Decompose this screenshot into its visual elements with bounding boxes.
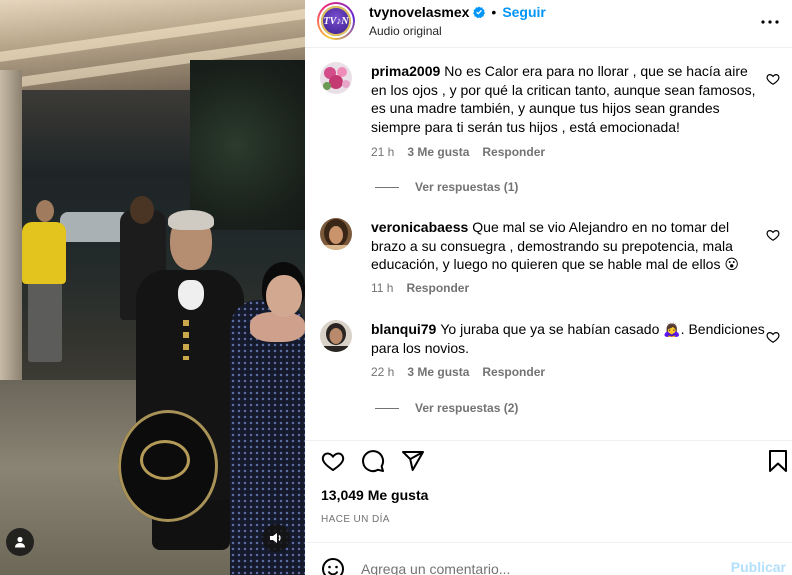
account-username[interactable]: tvynovelasmex (369, 4, 469, 20)
heart-icon (766, 332, 780, 343)
replies-line (375, 186, 399, 188)
avatar-ring: TV♪N (319, 4, 353, 38)
comment-meta: 22 h 3 Me gusta Responder (371, 365, 545, 379)
emoji-icon (322, 558, 344, 575)
comment-username[interactable]: prima2009 (371, 63, 440, 79)
more-horizontal-icon (761, 20, 779, 24)
video-frame-groom (183, 320, 189, 360)
comment-like-button[interactable] (766, 330, 780, 344)
comments-list[interactable]: prima2009 No es Calor era para no llorar … (305, 48, 792, 440)
share-button[interactable] (401, 449, 425, 473)
video-frame-person (28, 282, 62, 362)
account-avatar[interactable]: TV♪N (317, 2, 355, 40)
comment-text-block: prima2009 No es Calor era para no llorar … (371, 62, 766, 136)
speaker-icon (270, 533, 281, 543)
comment-username[interactable]: veronicabaess (371, 219, 468, 235)
video-frame-bride (266, 275, 302, 317)
comment-input[interactable] (361, 557, 721, 575)
video-frame-pillar (0, 70, 22, 390)
verified-badge-icon (473, 6, 486, 18)
replies-line (375, 407, 399, 409)
mute-button[interactable] (262, 524, 290, 552)
tagged-users-button[interactable] (6, 528, 34, 556)
username-row: tvynovelasmex • Seguir (369, 4, 546, 20)
video-frame-person (130, 196, 154, 224)
view-replies-button[interactable]: Ver respuestas (1) (375, 180, 518, 194)
comment-item: prima2009 No es Calor era para no llorar … (320, 62, 782, 212)
comment-avatar[interactable] (320, 62, 352, 94)
comment-text-block: veronicabaess Que mal se vio Alejandro en… (371, 218, 766, 274)
avatar-logo: TV♪N (321, 6, 351, 36)
person-icon (15, 536, 25, 548)
comment-button[interactable] (361, 449, 385, 473)
view-replies-label: Ver respuestas (2) (415, 401, 519, 415)
video-frame-groom (168, 210, 214, 230)
like-button[interactable] (321, 449, 345, 473)
comment-text-block: blanqui79 Yo juraba que ya se habían casa… (371, 320, 766, 357)
post-actions-bar (305, 440, 792, 484)
comment-username[interactable]: blanqui79 (371, 321, 436, 337)
reply-button[interactable]: Responder (406, 281, 469, 295)
comment-item: blanqui79 Yo juraba que ya se habían casa… (320, 320, 782, 438)
post-details-panel: TV♪N tvynovelasmex • Seguir Audio origin… (305, 0, 792, 575)
comment-avatar[interactable] (320, 320, 352, 352)
heart-icon (321, 452, 345, 472)
follow-button[interactable]: Seguir (502, 4, 546, 20)
comment-like-button[interactable] (766, 228, 780, 242)
video-frame-groom (178, 280, 204, 310)
post-comment-button[interactable]: Publicar (731, 559, 786, 575)
emoji-button[interactable] (321, 557, 345, 575)
video-frame-person (22, 222, 66, 284)
comment-time[interactable]: 22 h (371, 365, 394, 379)
video-frame-sombrero (140, 440, 190, 480)
video-frame-trees (190, 60, 305, 230)
bookmark-icon (769, 450, 787, 472)
comment-avatar[interactable] (320, 218, 352, 250)
post-header: TV♪N tvynovelasmex • Seguir Audio origin… (305, 0, 792, 48)
comment-meta: 11 h Responder (371, 281, 469, 295)
heart-icon (766, 74, 780, 85)
heart-icon (766, 230, 780, 241)
comment-item: veronicabaess Que mal se vio Alejandro en… (320, 218, 782, 298)
comment-likes[interactable]: 3 Me gusta (407, 365, 469, 379)
comment-meta: 21 h 3 Me gusta Responder (371, 145, 545, 159)
view-replies-label: Ver respuestas (1) (415, 180, 519, 194)
reply-button[interactable]: Responder (482, 145, 545, 159)
comment-like-button[interactable] (766, 72, 780, 86)
comment-icon (362, 450, 385, 473)
comment-time[interactable]: 21 h (371, 145, 394, 159)
reply-button[interactable]: Responder (482, 365, 545, 379)
separator-dot: • (491, 4, 497, 20)
save-button[interactable] (766, 449, 790, 473)
comment-likes[interactable]: 3 Me gusta (407, 145, 469, 159)
more-options-button[interactable] (760, 12, 780, 32)
post-timestamp[interactable]: HACE UN DÍA (321, 514, 390, 525)
view-replies-button[interactable]: Ver respuestas (2) (375, 401, 518, 415)
send-icon (402, 451, 424, 471)
video-frame-person (36, 200, 54, 222)
video-frame-bride (250, 312, 305, 342)
likes-count[interactable]: 13,049 Me gusta (321, 487, 428, 503)
add-comment-bar: Publicar (305, 542, 792, 575)
comment-time[interactable]: 11 h (371, 281, 393, 295)
video-player[interactable] (0, 0, 305, 575)
audio-label[interactable]: Audio original (369, 24, 442, 38)
